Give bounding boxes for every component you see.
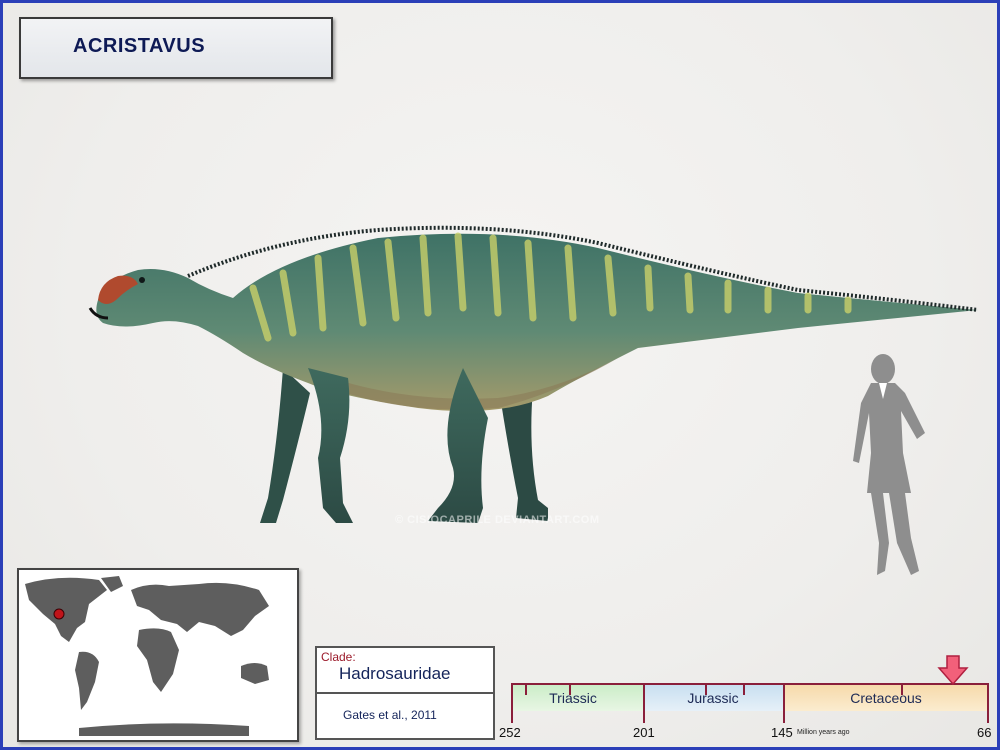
minor-tick	[569, 683, 571, 695]
timeline-axis	[511, 683, 989, 685]
period-jurassic-label: Jurassic	[687, 690, 739, 706]
period-triassic: Triassic	[511, 683, 643, 711]
tick-label-201: 201	[633, 725, 655, 740]
clade-divider	[317, 692, 493, 694]
minor-tick	[743, 683, 745, 695]
title-box: ACRISTAVUS	[19, 17, 333, 79]
acristavus-illustration	[88, 225, 979, 523]
minor-tick	[705, 683, 707, 695]
world-map-graphic	[25, 576, 269, 736]
page-frame: ACRISTAVUS © CISIOCAPRILE DEVIANTART.COM…	[0, 0, 1000, 750]
clade-author: Gates et al., 2011	[343, 708, 437, 722]
tick-label-66: 66	[977, 725, 992, 740]
human-scale-silhouette	[853, 354, 925, 575]
time-marker-arrow-icon	[937, 655, 969, 686]
period-jurassic: Jurassic	[643, 683, 783, 711]
period-cretaceous: Cretaceous	[783, 683, 989, 711]
world-map	[17, 568, 299, 742]
page-title: ACRISTAVUS	[73, 35, 206, 57]
clade-label: Clade:	[321, 650, 356, 664]
watermark: © CISIOCAPRILE DEVIANTART.COM	[395, 514, 600, 526]
clade-value: Hadrosauridae	[339, 664, 451, 683]
timeline-unit: Million years ago	[797, 729, 850, 736]
geologic-timeline: Triassic Jurassic Cretaceous 252 201 145…	[499, 683, 991, 740]
tick-201	[643, 683, 645, 723]
tick-252	[511, 683, 513, 723]
minor-tick	[901, 683, 903, 695]
location-marker	[53, 608, 65, 620]
tick-label-145: 145	[771, 725, 793, 740]
tick-145	[783, 683, 785, 723]
tick-label-252: 252	[499, 725, 521, 740]
clade-box: Clade: Hadrosauridae Gates et al., 2011	[315, 646, 495, 740]
minor-tick	[525, 683, 527, 695]
period-cretaceous-label: Cretaceous	[850, 690, 922, 706]
tick-66	[987, 683, 989, 723]
